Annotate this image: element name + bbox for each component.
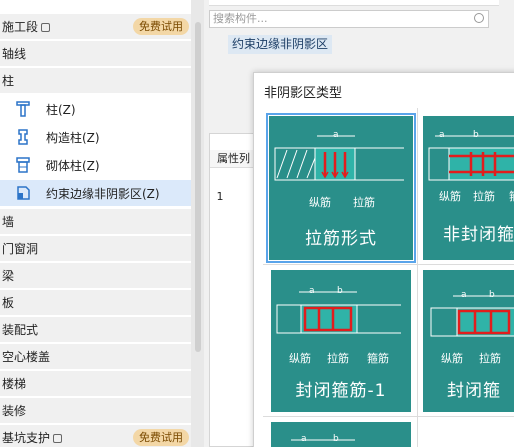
tree-category-column[interactable]: 柱 [0,67,191,93]
tree-category-hollow-floor[interactable]: 空心楼盖 [0,343,191,369]
structural-column-icon [14,128,32,146]
column-icon [14,100,32,118]
category-label: 门窗洞 [2,242,39,256]
caption-longitudinal: 纵筋 [441,352,463,365]
lock-icon [41,23,51,32]
category-label: 楼梯 [2,377,27,391]
category-label: 墙 [2,215,15,229]
tree-item-constrained-edge[interactable]: 约束边缘非阴影区(Z) [0,180,191,206]
card-title: 封闭箍 [447,381,501,401]
type-card-partial[interactable]: ab [271,422,411,447]
category-label: 基坑支护 [2,431,51,445]
tree-category-decoration[interactable]: 装修 [0,397,191,423]
property-row-number: 1 [216,190,224,203]
tree-category-door-window[interactable]: 门窗洞 [0,235,191,261]
caption-tie-bar: 拉筋 [479,352,501,365]
masonry-column-icon [14,156,32,174]
property-grid: 属性列 1 [209,133,259,447]
svg-text:a: a [309,286,315,296]
tree-category-slab[interactable]: 板 [0,289,191,315]
closed-stirrup-2-diagram: ab [430,290,514,337]
caption-tie-bar: 拉筋 [473,190,495,203]
scrollbar-thumb[interactable] [195,22,201,352]
category-label: 装配式 [2,323,39,337]
closed-stirrup-diagram: ab [276,286,401,334]
tree-category-axis[interactable]: 轴线 [0,40,191,66]
toolbar-strip [209,0,499,6]
lock-icon [53,434,63,443]
tree-category-pit-support[interactable]: 基坑支护 免费试用 [0,424,191,447]
svg-text:b: b [333,434,339,444]
svg-text:b: b [473,130,479,140]
search-icon[interactable] [474,13,484,23]
caption-tie-bar: 拉筋 [327,352,349,365]
tree-category-construction-section[interactable]: 施工段 免费试用 [0,13,191,39]
caption-stirrup: 箍 [509,188,514,204]
app-window: 施工段 免费试用 轴线 柱 柱(Z) 构造柱(Z) 砌体柱(Z) 约束边缘非阴影… [0,0,514,447]
component-tree: 施工段 免费试用 轴线 柱 柱(Z) 构造柱(Z) 砌体柱(Z) 约束边缘非阴影… [0,0,191,447]
tree-scrollbar[interactable] [191,0,204,447]
grid-line [263,264,514,265]
tree-item-label: 约束边缘非阴影区(Z) [46,186,160,201]
svg-text:b: b [337,286,343,296]
property-column-header: 属性列 [210,150,258,168]
type-card-non-closed-stirrup[interactable]: ab 纵筋 拉筋 箍 非封闭箍 [423,116,514,260]
svg-text:a: a [301,434,307,444]
type-card-closed-stirrup-2[interactable]: ab 纵筋 拉筋 封闭箍 [423,270,514,412]
caption-longitudinal: 纵筋 [439,190,461,203]
category-label: 装修 [2,404,27,418]
grid-line [417,108,418,447]
category-label: 轴线 [2,47,27,61]
card-title: 非封闭箍 [443,225,514,245]
free-trial-badge: 免费试用 [133,429,189,446]
constrained-edge-icon [14,184,32,202]
tree-item-column[interactable]: 柱(Z) [0,96,191,122]
caption-longitudinal: 纵筋 [289,352,311,365]
svg-text:a: a [439,130,445,140]
selected-component-tag[interactable]: 约束边缘非阴影区 [228,35,333,54]
search-placeholder: 搜索构件... [213,12,268,25]
tree-category-stairs[interactable]: 楼梯 [0,370,191,396]
card-title: 封闭箍筋-1 [295,381,387,401]
tree-category-prefab[interactable]: 装配式 [0,316,191,342]
free-trial-badge: 免费试用 [133,18,189,35]
non-closed-diagram: ab [428,130,514,181]
grid-line [263,416,514,417]
tree-item-structural-column[interactable]: 构造柱(Z) [0,124,191,150]
selected-card-border [266,113,416,263]
category-label: 柱 [2,74,15,88]
tree-item-label: 柱(Z) [46,102,76,117]
tree-category-wall[interactable]: 墙 [0,208,191,234]
category-label: 施工段 [2,20,39,34]
dialog-title: 非阴影区类型 [264,86,343,101]
tree-category-beam[interactable]: 梁 [0,262,191,288]
component-search-input[interactable]: 搜索构件... [209,10,489,28]
tree-item-label: 构造柱(Z) [46,130,100,145]
type-card-closed-stirrup-1[interactable]: ab 纵筋 拉筋 箍筋 封闭箍筋-1 [271,270,411,412]
category-label: 梁 [2,269,15,283]
caption-stirrup: 箍筋 [367,352,389,365]
partial-diagram: ab [291,434,355,444]
tree-item-label: 砌体柱(Z) [46,158,100,173]
svg-text:b: b [489,290,495,300]
svg-text:a: a [461,290,467,300]
tree-item-masonry-column[interactable]: 砌体柱(Z) [0,152,191,178]
category-label: 空心楼盖 [2,350,51,364]
category-label: 板 [2,296,15,310]
